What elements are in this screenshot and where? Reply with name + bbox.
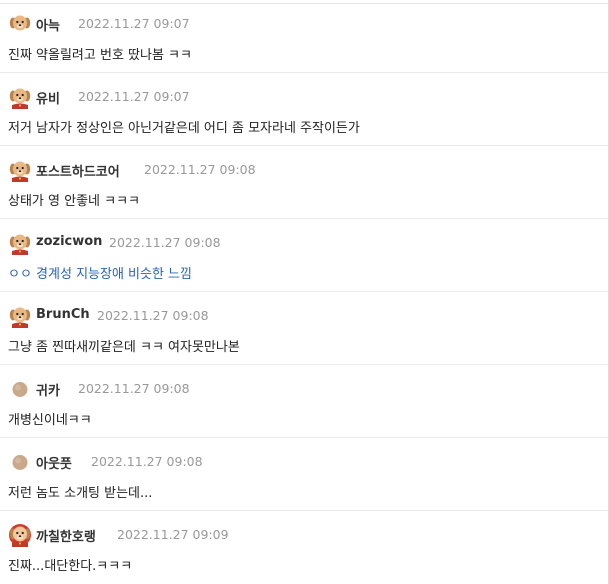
comment-nickname[interactable]: 아늑 xyxy=(36,15,60,34)
comment-date: 2022.11.27 09:09 xyxy=(117,527,229,542)
comment-item: BrunCh 2022.11.27 09:08 그냥 좀 찐따새끼같은데 ㅋㅋ … xyxy=(0,292,608,365)
puppy-red-hood-icon[interactable] xyxy=(8,523,32,547)
comment-text: 저런 놈도 소개팅 받는데... xyxy=(8,486,153,501)
comment-date: 2022.11.27 09:08 xyxy=(97,308,209,323)
comment-date: 2022.11.27 09:08 xyxy=(109,235,221,250)
comment-text: ㅇㅇ 경계성 지능장애 비슷한 느낌 xyxy=(8,267,192,282)
comment-date: 2022.11.27 09:08 xyxy=(78,381,190,396)
comment-text: 진짜...대단한다.ㅋㅋㅋ xyxy=(8,559,133,574)
comment-item: zozicwon 2022.11.27 09:08 ㅇㅇ 경계성 지능장애 비슷… xyxy=(0,219,608,292)
puppy-red-icon[interactable] xyxy=(8,304,32,328)
comment-nickname[interactable]: 귀카 xyxy=(36,380,60,399)
comment-date: 2022.11.27 09:08 xyxy=(91,454,203,469)
comment-item: 아늑 2022.11.27 09:07 진짜 약올릴려고 번호 땄나봄 ㅋㅋ xyxy=(0,0,608,73)
comment-text: 개병신이네ㅋㅋ xyxy=(8,413,92,428)
comment-item: 포스트하드코어 2022.11.27 09:08 상태가 영 안좋네 ㅋㅋㅋ xyxy=(0,146,608,219)
puppy-red-icon[interactable] xyxy=(8,85,32,109)
comment-text: 저거 남자가 정상인은 아닌거같은데 어디 좀 모자라네 주작이든가 xyxy=(8,121,360,136)
comment-nickname[interactable]: 까칠한호랭 xyxy=(36,526,96,545)
comment-text: 진짜 약올릴려고 번호 땄나봄 ㅋㅋ xyxy=(8,48,192,63)
puppy-red-icon[interactable] xyxy=(8,158,32,182)
comment-text: 상태가 영 안좋네 ㅋㅋㅋ xyxy=(8,194,140,209)
comment-nickname[interactable]: 유비 xyxy=(36,88,60,107)
comment-date: 2022.11.27 09:08 xyxy=(144,162,256,177)
comment-nickname[interactable]: zozicwon xyxy=(36,234,102,249)
comment-date: 2022.11.27 09:07 xyxy=(78,89,190,104)
comment-item: 유비 2022.11.27 09:07 저거 남자가 정상인은 아닌거같은데 어… xyxy=(0,73,608,146)
comment-nickname[interactable]: 포스트하드코어 xyxy=(36,161,120,180)
comment-date: 2022.11.27 09:07 xyxy=(78,16,190,31)
circle-avatar-icon[interactable] xyxy=(8,377,32,401)
circle-avatar-icon[interactable] xyxy=(8,450,32,474)
comment-nickname[interactable]: 아웃풋 xyxy=(36,453,72,472)
comment-item: 아웃풋 2022.11.27 09:08 저런 놈도 소개팅 받는데... xyxy=(0,438,608,511)
comment-item: 귀카 2022.11.27 09:08 개병신이네ㅋㅋ xyxy=(0,365,608,438)
comment-nickname[interactable]: BrunCh xyxy=(36,307,90,322)
comment-item: 까칠한호랭 2022.11.27 09:09 진짜...대단한다.ㅋㅋㅋ xyxy=(0,511,608,584)
comment-text: 그냥 좀 찐따새끼같은데 ㅋㅋ 여자못만나본 xyxy=(8,340,240,355)
puppy-icon[interactable] xyxy=(8,12,32,36)
puppy-red-icon[interactable] xyxy=(8,231,32,255)
